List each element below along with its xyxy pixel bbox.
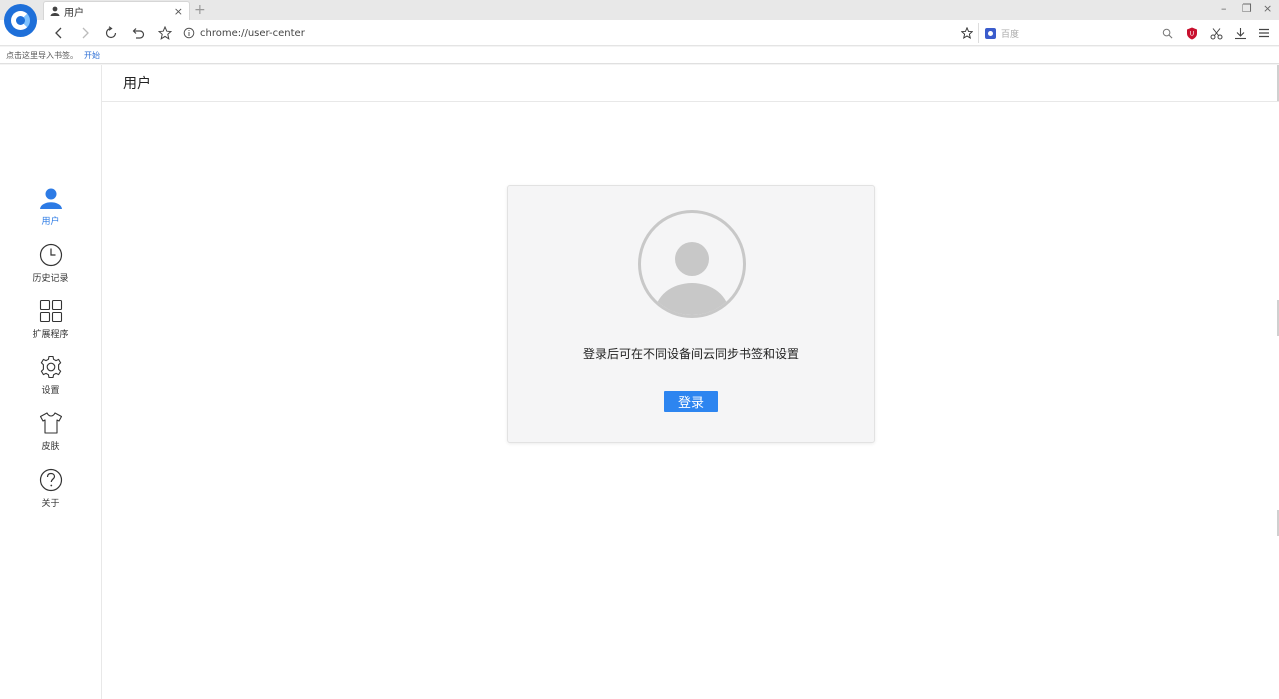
download-button[interactable] [1231, 24, 1249, 42]
menu-icon [1259, 28, 1269, 38]
user-icon [50, 6, 60, 16]
sidebar-item-label: 历史记录 [32, 274, 69, 284]
sidebar-item-settings[interactable]: 设置 [0, 354, 101, 402]
browser-logo-icon[interactable] [4, 4, 37, 37]
avatar-placeholder-icon [638, 210, 746, 318]
close-window-button[interactable]: × [1263, 2, 1272, 16]
toolbar: chrome://user-center 百度 U [0, 20, 1279, 46]
forward-button[interactable] [76, 24, 94, 42]
browser-chrome: 用户 × + – ❐ × chrome://user-center 百度 U 点… [0, 0, 1279, 65]
forward-icon [82, 27, 89, 39]
tab-strip [0, 0, 1279, 20]
login-button[interactable]: 登录 [664, 391, 718, 412]
restore-button[interactable]: ❐ [1242, 2, 1252, 16]
sidebar-item-label: 用户 [41, 217, 60, 227]
sidebar-item-label: 设置 [41, 386, 60, 396]
bookmarks-import-prompt: 点击这里导入书签。 [6, 50, 78, 60]
svg-text:U: U [1190, 30, 1194, 37]
sidebar-item-history[interactable]: 历史记录 [0, 242, 101, 290]
tshirt-icon [38, 410, 64, 436]
favorites-button[interactable] [156, 24, 174, 42]
address-url: chrome://user-center [200, 27, 305, 39]
page-header: 用户 [102, 65, 1279, 102]
sidebar-item-skin[interactable]: 皮肤 [0, 410, 101, 458]
sidebar-item-extensions[interactable]: 扩展程序 [0, 298, 101, 346]
screenshot-button[interactable] [1207, 24, 1225, 42]
star-icon [158, 26, 172, 40]
bookmarks-start-link[interactable]: 开始 [84, 50, 100, 61]
sidebar: 用户 历史记录 扩展程序 设置 皮肤 关于 [0, 65, 102, 699]
reload-icon [105, 26, 117, 39]
user-icon [38, 185, 64, 211]
login-message: 登录后可在不同设备间云同步书签和设置 [582, 347, 799, 361]
tab-title: 用户 [64, 7, 84, 19]
tab-user[interactable]: 用户 × [43, 1, 190, 20]
reload-button[interactable] [102, 24, 120, 42]
star-icon [961, 27, 973, 39]
shield-icon: U [1187, 27, 1197, 39]
sidebar-item-about[interactable]: 关于 [0, 467, 101, 515]
search-placeholder: 百度 [1001, 29, 1020, 40]
page-title: 用户 [123, 76, 151, 92]
sidebar-item-user[interactable]: 用户 [0, 185, 101, 233]
sidebar-item-label: 关于 [41, 499, 60, 509]
undo-icon [132, 28, 145, 39]
clock-icon [38, 242, 64, 268]
login-card: 登录后可在不同设备间云同步书签和设置 登录 [507, 185, 875, 443]
back-icon [55, 27, 62, 39]
back-button[interactable] [50, 24, 68, 42]
grid-icon [38, 298, 64, 324]
help-icon [38, 467, 64, 493]
baidu-icon [985, 27, 996, 39]
address-bar[interactable]: chrome://user-center [183, 23, 975, 43]
menu-button[interactable] [1255, 24, 1273, 42]
minimize-button[interactable]: – [1221, 2, 1227, 16]
adblock-button[interactable]: U [1183, 24, 1201, 42]
search-icon [1162, 28, 1173, 38]
tab-close-icon[interactable]: × [174, 6, 183, 17]
info-icon [183, 27, 195, 39]
sidebar-item-label: 皮肤 [41, 442, 60, 452]
search-box[interactable]: 百度 [978, 23, 1178, 43]
bookmark-page-button[interactable] [958, 24, 976, 42]
undo-close-button[interactable] [129, 24, 147, 42]
gear-icon [38, 354, 64, 380]
bookmarks-bar: 点击这里导入书签。 开始 [0, 47, 1279, 64]
new-tab-button[interactable]: + [194, 1, 206, 19]
sidebar-item-label: 扩展程序 [32, 330, 69, 340]
scissors-icon [1210, 27, 1222, 39]
download-icon [1234, 27, 1246, 39]
